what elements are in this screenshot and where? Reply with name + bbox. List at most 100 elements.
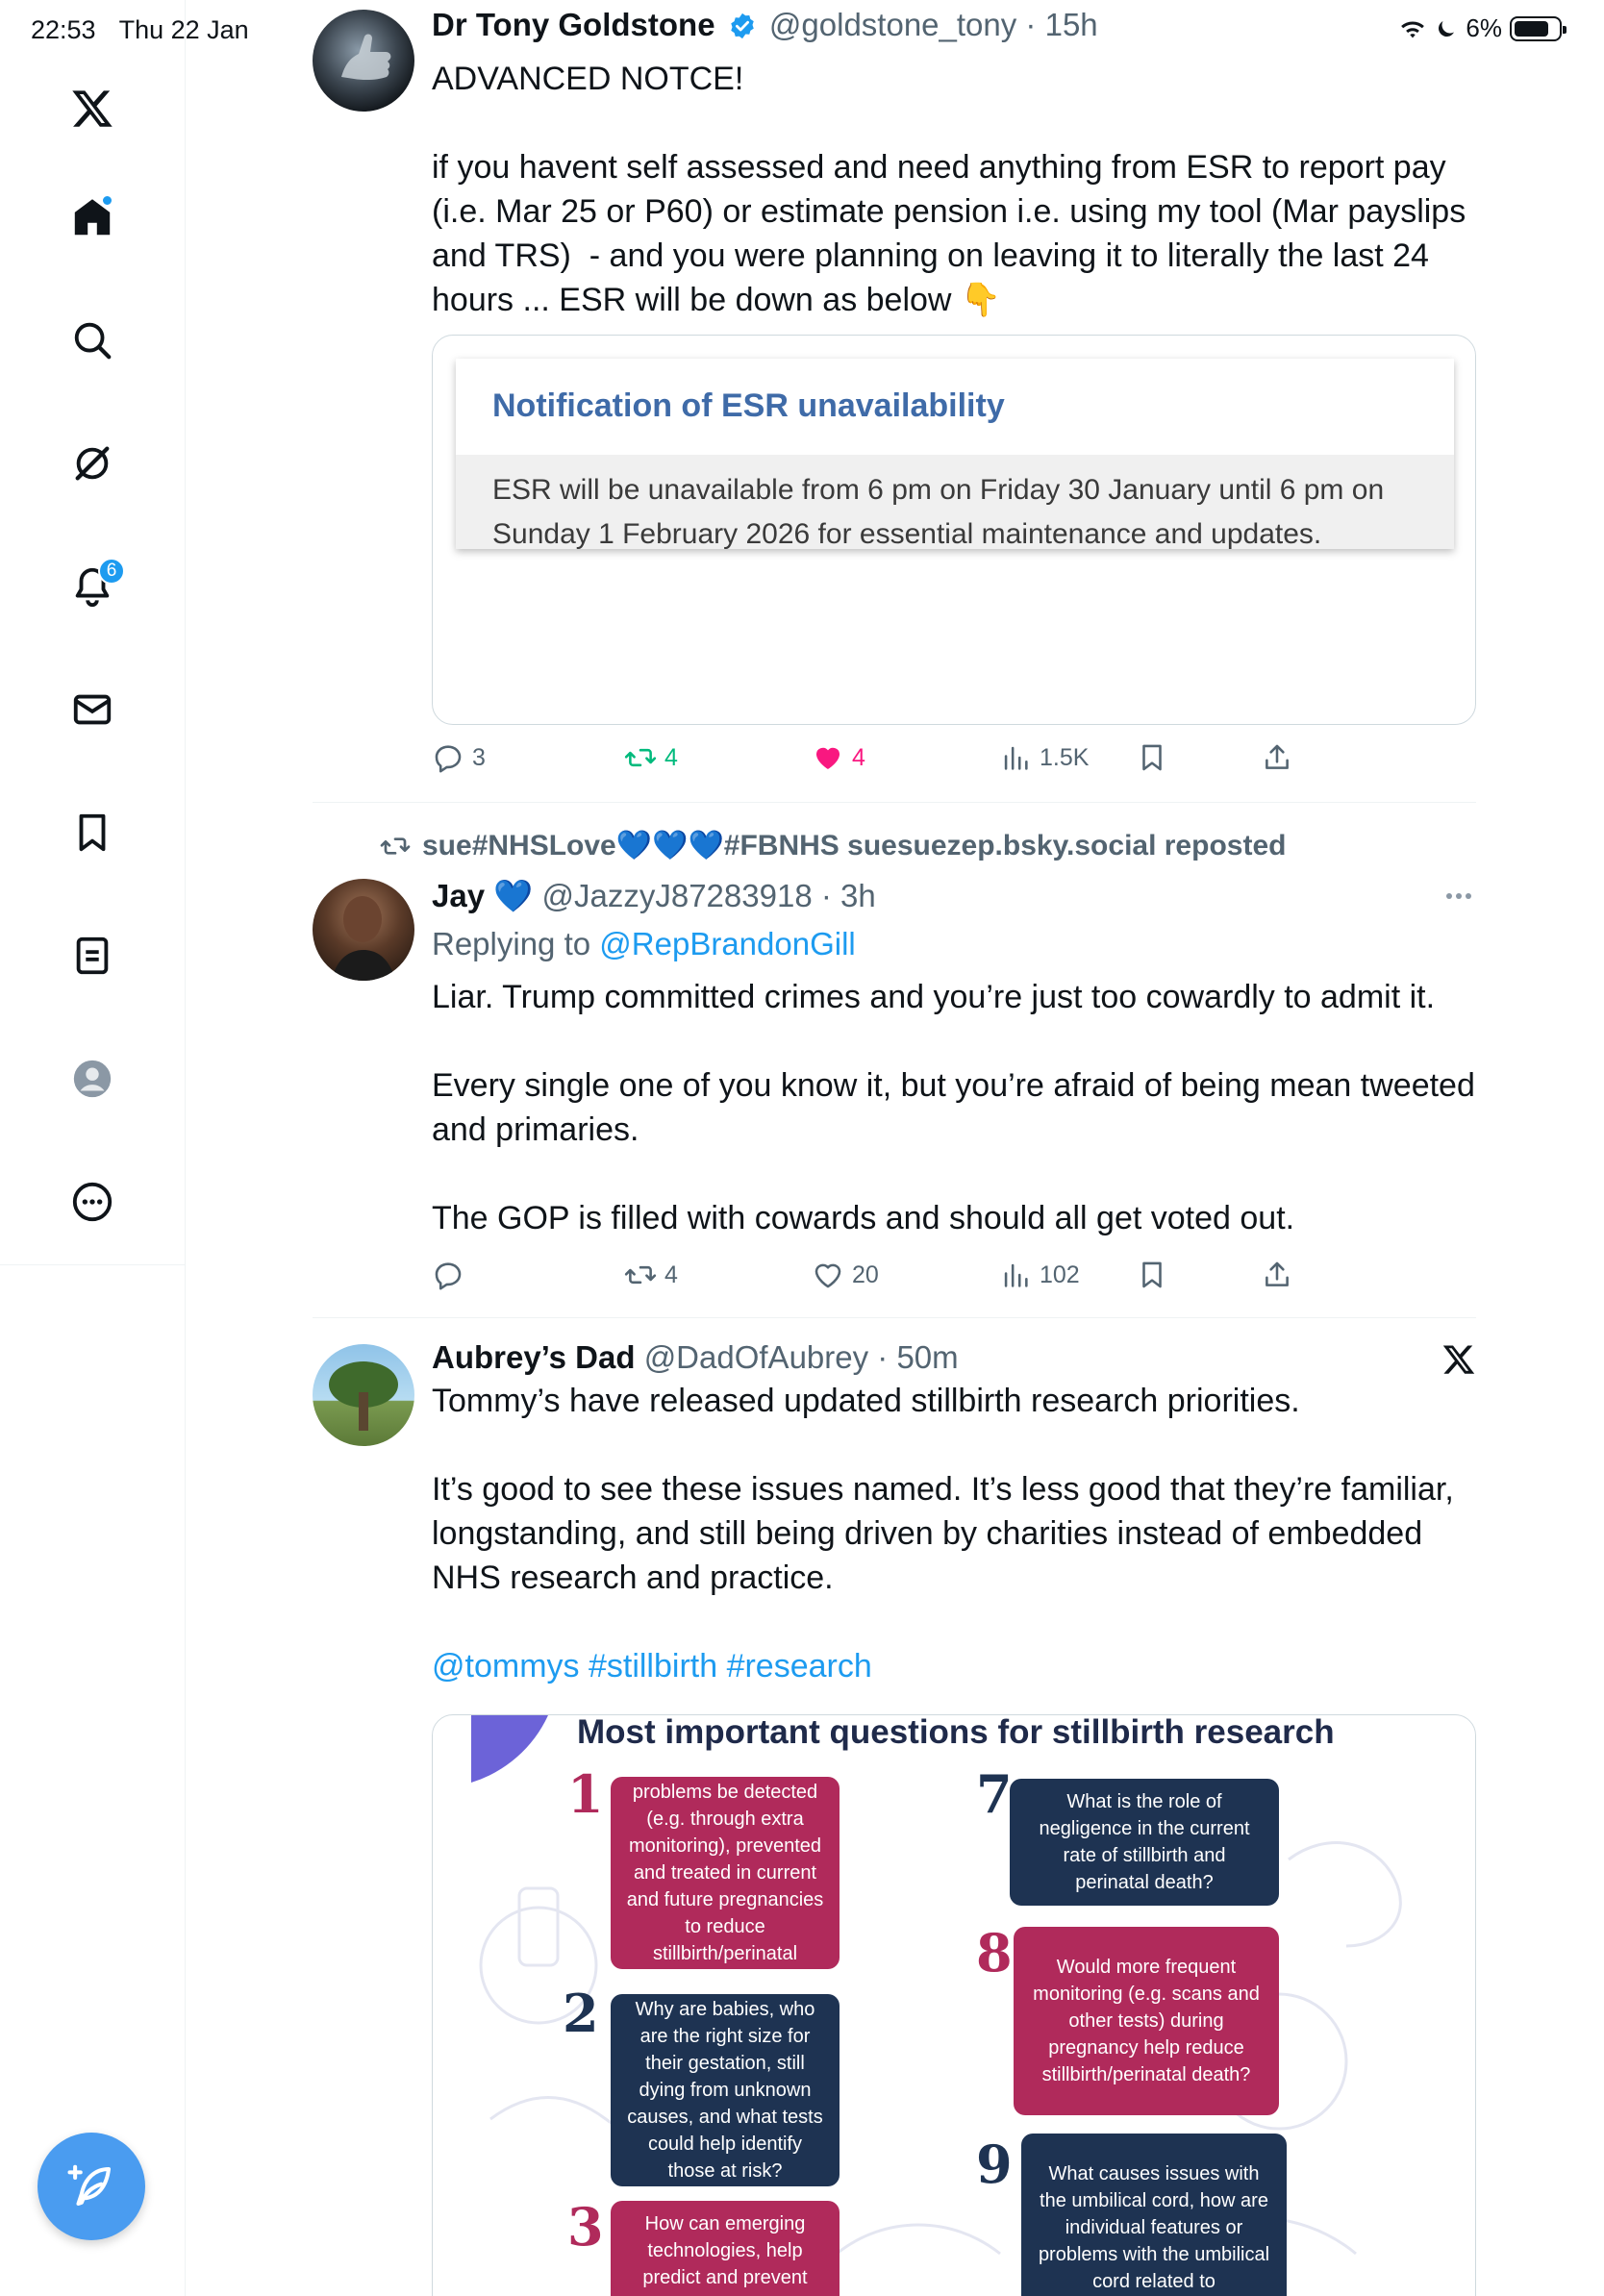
views-chart-icon (1004, 746, 1028, 770)
compose-post-button[interactable] (38, 2133, 145, 2240)
esr-notice-title: Notification of ESR unavailability (492, 387, 1005, 424)
tweet-image-card[interactable]: Notification of ESR unavailability ESR w… (432, 335, 1476, 725)
question-box: How can emerging technologies, help pred… (611, 2201, 840, 2296)
like-count: 4 (852, 743, 865, 771)
views-button[interactable]: 102 (999, 1259, 1080, 1291)
x-logo-icon (1441, 1342, 1476, 1377)
tweet-actions: 4 20 102 (432, 1259, 1393, 1301)
tweet-content: Jay 💙 @JazzyJ87283918 · 3h Replying to @… (432, 877, 1476, 1240)
bookmark-icon (1142, 1261, 1162, 1288)
tweet-hashtags[interactable]: @tommys #stillbirth #research (432, 1644, 1476, 1688)
tweet-header: Aubrey’s Dad @DadOfAubrey · 50m (432, 1338, 1476, 1377)
reply-icon (435, 745, 462, 773)
author-name[interactable]: Aubrey’s Dad (432, 1339, 636, 1375)
question-box: Why are babies, who are the right size f… (611, 1994, 840, 2186)
heart-outline-icon (815, 1263, 841, 1288)
avatar[interactable] (313, 1344, 414, 1446)
tweet-image-infographic[interactable]: Most important questions for stillbirth … (432, 1714, 1476, 2296)
question-box: Would more frequent monitoring (e.g. sca… (1014, 1927, 1279, 2115)
author-handle[interactable]: @goldstone_tony (769, 7, 1016, 42)
author-handle[interactable]: @JazzyJ87283918 (542, 878, 813, 913)
replying-to-handle[interactable]: @RepBrandonGill (599, 926, 855, 961)
messages-envelope-icon[interactable] (63, 681, 121, 738)
heart-filled-icon (815, 747, 840, 770)
home-unread-dot (101, 194, 113, 207)
reply-icon (435, 1262, 462, 1290)
compose-feather-icon (67, 2164, 112, 2207)
reply-button[interactable]: 3 (432, 741, 486, 774)
share-icon (1266, 1261, 1289, 1286)
verified-badge-icon (730, 12, 754, 39)
tweet-time[interactable]: 15h (1045, 7, 1098, 42)
home-icon[interactable] (63, 188, 121, 246)
author-name[interactable]: Dr Tony Goldstone (432, 7, 715, 42)
views-button[interactable]: 1.5K (999, 741, 1089, 774)
esr-notice: Notification of ESR unavailability ESR w… (456, 359, 1454, 550)
view-count: 102 (1040, 1260, 1080, 1288)
share-icon (1266, 744, 1289, 769)
more-menu-icon[interactable] (1441, 886, 1476, 906)
avatar[interactable] (313, 879, 414, 981)
notifications-bell-icon[interactable]: 6 (63, 558, 125, 615)
repost-button[interactable]: 4 (624, 741, 678, 774)
bookmarks-icon[interactable] (63, 804, 121, 861)
tweet-header: Jay 💙 @JazzyJ87283918 · 3h (432, 877, 1476, 915)
question-number: 1 (567, 1763, 604, 1825)
bookmark-button[interactable] (1136, 741, 1168, 774)
repost-button[interactable]: 4 (624, 1259, 678, 1291)
sidebar-nav: 6 (0, 0, 186, 1265)
tweet-content: Aubrey’s Dad @DadOfAubrey · 50m Tommy’s … (432, 1338, 1476, 1688)
tweet-time[interactable]: 50m (896, 1339, 958, 1375)
repost-context-text: sue#NHSLove💙💙💙#FBNHS suesuezep.bsky.soci… (422, 830, 1287, 861)
question-number: 2 (563, 1983, 599, 2044)
like-button[interactable]: 20 (812, 1259, 879, 1291)
views-chart-icon (1004, 1263, 1028, 1287)
tweet-time[interactable]: 3h (840, 878, 876, 913)
repost-count: 4 (664, 743, 678, 771)
share-button[interactable] (1261, 1259, 1293, 1291)
grok-icon[interactable] (63, 435, 121, 492)
question-box: What is the role of negligence in the cu… (1010, 1779, 1279, 1906)
author-name[interactable]: Jay 💙 (432, 878, 533, 913)
esr-notice-message: ESR will be unavailable from 6 pm on Fri… (456, 455, 1454, 550)
notifications-count-badge: 6 (98, 558, 125, 585)
author-handle[interactable]: @DadOfAubrey (644, 1339, 868, 1375)
battery-icon (1510, 15, 1566, 41)
dot-separator: · (812, 878, 841, 913)
tweet-actions: 3 4 4 1.5K (432, 741, 1393, 784)
tweet-divider (313, 802, 1476, 803)
profile-avatar-icon[interactable] (63, 1050, 121, 1108)
repost-icon (624, 1265, 657, 1285)
question-number: 8 (976, 1922, 1013, 1984)
replying-to-label: Replying to (432, 926, 591, 961)
question-box: How can placental problems be detected (… (611, 1755, 840, 1991)
sidebar-divider (185, 1265, 186, 2296)
replying-to-line: Replying to @RepBrandonGill (432, 925, 1476, 963)
lists-icon[interactable] (63, 927, 121, 985)
repost-context-icon (380, 836, 411, 855)
repost-count: 4 (664, 1260, 678, 1288)
reply-button[interactable] (432, 1259, 472, 1291)
tweet-text: Liar. Trump committed crimes and you’re … (432, 979, 1475, 1236)
bookmark-icon (1142, 744, 1162, 771)
tweet-text: ADVANCED NOTCE! if you havent self asses… (432, 61, 1466, 318)
like-count: 20 (852, 1260, 879, 1288)
question-number: 7 (976, 1763, 1013, 1825)
reply-count: 3 (472, 743, 486, 771)
x-logo-icon[interactable] (63, 80, 121, 137)
tweet-text: Tommy’s have released updated stillbirth… (432, 1383, 1454, 1596)
share-button[interactable] (1261, 741, 1293, 774)
dot-separator: · (1016, 7, 1045, 42)
tweet-divider (313, 1317, 1476, 1318)
bookmark-button[interactable] (1136, 1259, 1168, 1291)
search-icon[interactable] (63, 312, 121, 369)
like-button[interactable]: 4 (812, 741, 865, 774)
dot-separator: · (868, 1339, 897, 1375)
more-options-icon[interactable] (63, 1173, 121, 1231)
question-box: What causes issues with the umbilical co… (1021, 2134, 1287, 2296)
view-count: 1.5K (1040, 743, 1090, 771)
tweet-header: Dr Tony Goldstone @goldstone_tony · 15h (432, 6, 1476, 44)
avatar[interactable] (313, 10, 414, 112)
repost-context[interactable]: sue#NHSLove💙💙💙#FBNHS suesuezep.bsky.soci… (380, 829, 1286, 862)
infographic-title: Most important questions for stillbirth … (577, 1714, 1335, 1751)
